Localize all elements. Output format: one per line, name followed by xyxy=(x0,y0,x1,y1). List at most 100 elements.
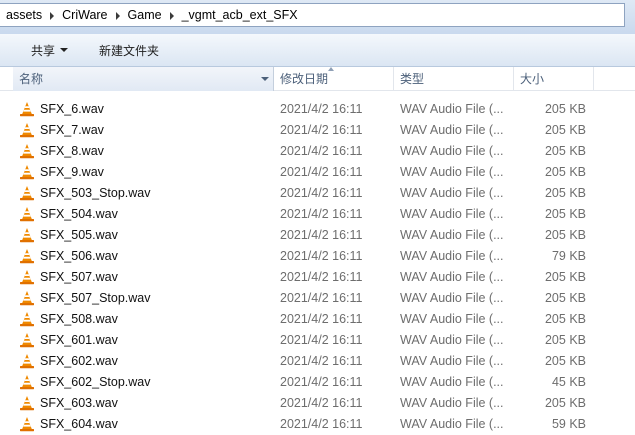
file-row[interactable]: SFX_507.wav 2021/4/2 16:11 WAV Audio File … xyxy=(0,267,635,288)
column-header-date[interactable]: 修改日期 xyxy=(274,67,394,91)
chevron-down-icon xyxy=(60,48,69,52)
file-type: WAV Audio File (... xyxy=(400,270,504,284)
file-row[interactable]: SFX_6.wav 2021/4/2 16:11 WAV Audio File (.… xyxy=(0,99,635,120)
file-modified-date: 2021/4/2 16:11 xyxy=(280,333,363,347)
file-row[interactable]: SFX_503_Stop.wav 2021/4/2 16:11 WAV Audio … xyxy=(0,183,635,204)
file-modified-date: 2021/4/2 16:11 xyxy=(280,417,363,431)
new-folder-button[interactable]: 新建文件夹 xyxy=(99,34,159,66)
breadcrumb-item-game[interactable]: Game xyxy=(128,8,162,22)
file-name: SFX_9.wav xyxy=(40,165,104,179)
breadcrumb[interactable]: assets CriWare Game _vgmt_acb_ext_SFX xyxy=(0,3,625,27)
new-folder-button-label: 新建文件夹 xyxy=(99,43,160,58)
file-name: SFX_7.wav xyxy=(40,123,104,137)
file-name: SFX_504.wav xyxy=(40,207,118,221)
file-row[interactable]: SFX_602.wav 2021/4/2 16:11 WAV Audio File … xyxy=(0,351,635,372)
command-toolbar: 共享 新建文件夹 xyxy=(0,34,635,67)
file-type: WAV Audio File (... xyxy=(400,354,504,368)
file-name: SFX_602.wav xyxy=(40,354,118,368)
file-row[interactable]: SFX_7.wav 2021/4/2 16:11 WAV Audio File (.… xyxy=(0,120,635,141)
file-type: WAV Audio File (... xyxy=(400,396,504,410)
file-row[interactable]: SFX_602_Stop.wav 2021/4/2 16:11 WAV Audio … xyxy=(0,372,635,393)
file-name: SFX_604.wav xyxy=(40,417,118,431)
vlc-cone-icon xyxy=(19,227,35,243)
vlc-cone-icon xyxy=(19,164,35,180)
breadcrumb-item-current-folder[interactable]: _vgmt_acb_ext_SFX xyxy=(182,8,298,22)
file-size: 205 KB xyxy=(544,354,586,368)
breadcrumb-item-assets[interactable]: assets xyxy=(6,8,42,22)
column-header-type[interactable]: 类型 xyxy=(394,67,514,91)
file-row[interactable]: SFX_507_Stop.wav 2021/4/2 16:11 WAV Audio … xyxy=(0,288,635,309)
file-name: SFX_603.wav xyxy=(40,396,118,410)
column-header-size[interactable]: 大小 xyxy=(514,67,594,91)
file-type: WAV Audio File (... xyxy=(400,417,504,431)
file-list: SFX_6.wav 2021/4/2 16:11 WAV Audio File (.… xyxy=(0,99,635,435)
file-size: 45 KB xyxy=(551,375,586,389)
file-modified-date: 2021/4/2 16:11 xyxy=(280,123,363,137)
file-type: WAV Audio File (... xyxy=(400,207,504,221)
file-row[interactable]: SFX_604.wav 2021/4/2 16:11 WAV Audio File … xyxy=(0,414,635,435)
file-modified-date: 2021/4/2 16:11 xyxy=(280,249,363,263)
share-button-label: 共享 xyxy=(31,43,56,58)
file-type: WAV Audio File (... xyxy=(400,102,504,116)
file-size: 205 KB xyxy=(544,144,586,158)
file-row[interactable]: SFX_603.wav 2021/4/2 16:11 WAV Audio File … xyxy=(0,393,635,414)
file-size: 205 KB xyxy=(544,123,586,137)
file-name: SFX_508.wav xyxy=(40,312,118,326)
chevron-right-icon[interactable] xyxy=(162,8,182,22)
file-name: SFX_601.wav xyxy=(40,333,118,347)
column-header-name[interactable]: 名称 xyxy=(13,67,274,91)
file-modified-date: 2021/4/2 16:11 xyxy=(280,186,363,200)
column-header-row: 名称 修改日期 类型 大小 xyxy=(0,67,635,91)
file-type: WAV Audio File (... xyxy=(400,123,504,137)
file-row[interactable]: SFX_9.wav 2021/4/2 16:11 WAV Audio File (.… xyxy=(0,162,635,183)
file-size: 205 KB xyxy=(544,270,586,284)
file-name: SFX_506.wav xyxy=(40,249,118,263)
vlc-cone-icon xyxy=(19,332,35,348)
file-row[interactable]: SFX_504.wav 2021/4/2 16:11 WAV Audio File … xyxy=(0,204,635,225)
file-modified-date: 2021/4/2 16:11 xyxy=(280,270,363,284)
file-size: 205 KB xyxy=(544,291,586,305)
vlc-cone-icon xyxy=(19,416,35,432)
file-row[interactable]: SFX_601.wav 2021/4/2 16:11 WAV Audio File … xyxy=(0,330,635,351)
file-size: 205 KB xyxy=(544,333,586,347)
share-button[interactable]: 共享 xyxy=(31,34,69,66)
file-type: WAV Audio File (... xyxy=(400,165,504,179)
column-header-date-label: 修改日期 xyxy=(280,72,329,86)
chevron-right-icon[interactable] xyxy=(42,8,62,22)
file-type: WAV Audio File (... xyxy=(400,291,504,305)
breadcrumb-item-criware[interactable]: CriWare xyxy=(62,8,107,22)
file-size: 59 KB xyxy=(551,417,586,431)
file-modified-date: 2021/4/2 16:11 xyxy=(280,144,363,158)
vlc-cone-icon xyxy=(19,248,35,264)
vlc-cone-icon xyxy=(19,269,35,285)
file-row[interactable]: SFX_505.wav 2021/4/2 16:11 WAV Audio File … xyxy=(0,225,635,246)
file-modified-date: 2021/4/2 16:11 xyxy=(280,354,363,368)
file-name: SFX_507_Stop.wav xyxy=(40,291,151,305)
file-type: WAV Audio File (... xyxy=(400,228,504,242)
file-type: WAV Audio File (... xyxy=(400,144,504,158)
file-size: 205 KB xyxy=(544,207,586,221)
file-size: 205 KB xyxy=(544,312,586,326)
column-header-type-label: 类型 xyxy=(400,72,425,86)
file-size: 205 KB xyxy=(544,186,586,200)
file-size: 205 KB xyxy=(544,165,586,179)
column-header-size-label: 大小 xyxy=(520,72,545,86)
vlc-cone-icon xyxy=(19,290,35,306)
column-header-name-label: 名称 xyxy=(19,72,44,86)
file-size: 205 KB xyxy=(544,102,586,116)
file-modified-date: 2021/4/2 16:11 xyxy=(280,228,363,242)
file-size: 205 KB xyxy=(544,396,586,410)
chevron-right-icon[interactable] xyxy=(108,8,128,22)
file-size: 79 KB xyxy=(551,249,586,263)
vlc-cone-icon xyxy=(19,143,35,159)
file-row[interactable]: SFX_506.wav 2021/4/2 16:11 WAV Audio File … xyxy=(0,246,635,267)
file-modified-date: 2021/4/2 16:11 xyxy=(280,375,363,389)
file-modified-date: 2021/4/2 16:11 xyxy=(280,207,363,221)
vlc-cone-icon xyxy=(19,185,35,201)
file-type: WAV Audio File (... xyxy=(400,333,504,347)
chevron-down-icon[interactable] xyxy=(261,77,269,81)
file-row[interactable]: SFX_508.wav 2021/4/2 16:11 WAV Audio File … xyxy=(0,309,635,330)
vlc-cone-icon xyxy=(19,395,35,411)
file-row[interactable]: SFX_8.wav 2021/4/2 16:11 WAV Audio File (.… xyxy=(0,141,635,162)
sort-up-icon xyxy=(328,67,334,71)
